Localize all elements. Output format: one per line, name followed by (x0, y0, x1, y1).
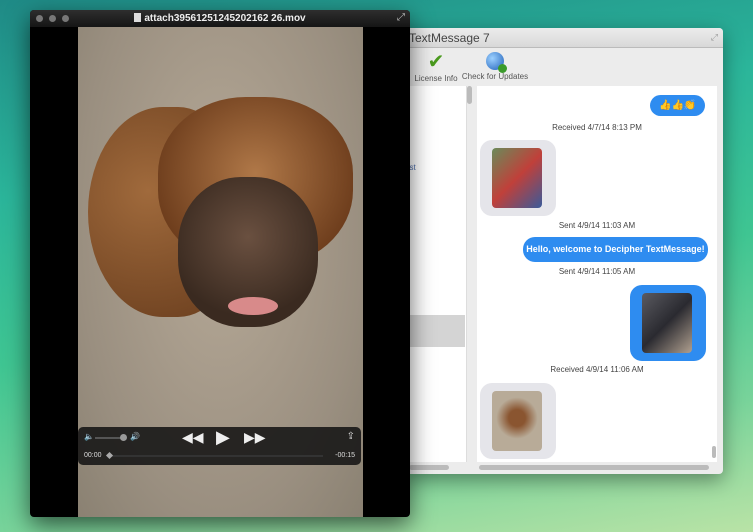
current-time: 00:00 (84, 452, 102, 459)
volume-knob[interactable] (120, 434, 127, 441)
check-updates-button[interactable]: Check for Updates (461, 50, 529, 81)
message-bubble-sent: Hello, welcome to Decipher TextMessage! (523, 237, 708, 262)
message-bubble-sent: 👍👍👏 (650, 95, 706, 116)
close-button[interactable] (36, 15, 43, 22)
zoom-button[interactable] (62, 15, 69, 22)
remaining-time: -00:15 (335, 452, 355, 459)
video-player-window: attach39561251245202162 26.mov ⤢ 🔈 🔊 ◀◀ … (30, 10, 410, 517)
timestamp: Received 4/7/14 8:13 PM (552, 123, 642, 132)
share-button[interactable]: ⇪ (347, 431, 355, 442)
rewind-button[interactable]: ◀◀ (182, 429, 204, 446)
playback-controls: 🔈 🔊 ◀◀ ▶ ▶▶ ⇪ 00:00 -00:15 (78, 427, 361, 465)
message-image-received[interactable] (480, 140, 556, 216)
message-image-sent[interactable] (630, 285, 706, 361)
fullscreen-icon[interactable]: ⤢ (397, 12, 405, 23)
checkmark-icon: ✔ (427, 51, 445, 73)
textmessage-window: TextMessage 7 ⤢ ✔ License Info Check for… (405, 28, 723, 474)
timestamp: Sent 4/9/14 11:05 AM (558, 267, 636, 276)
message-image-received[interactable] (480, 383, 556, 459)
volume-low-icon[interactable]: 🔈 (84, 432, 94, 441)
list-horizontal-scrollbar[interactable] (409, 465, 449, 470)
license-info-button[interactable]: ✔ License Info (413, 50, 459, 83)
scrubber-handle[interactable] (105, 451, 114, 460)
conversation-scrollbar[interactable] (712, 446, 716, 458)
timestamp: Sent 4/9/14 11:03 AM (558, 221, 636, 230)
volume-high-icon[interactable]: 🔊 (130, 432, 140, 441)
dog-image (88, 97, 358, 347)
conversation-view: 👍👍👏 Received 4/7/14 8:13 PM Sent 4/9/14 … (477, 86, 717, 462)
scrubber-track[interactable] (108, 455, 323, 457)
fast-forward-button[interactable]: ▶▶ (244, 429, 266, 446)
play-button[interactable]: ▶ (216, 427, 230, 448)
movie-file-icon (134, 13, 142, 22)
window-title: TextMessage 7 (405, 28, 723, 48)
window-title: attach39561251245202162 26.mov (30, 10, 410, 27)
globe-download-icon (486, 52, 507, 73)
fullscreen-icon[interactable]: ⤢ (711, 32, 718, 43)
list-item-selected[interactable] (405, 315, 465, 347)
list-scrollbar[interactable] (467, 86, 472, 104)
timestamp: Received 4/9/14 11:06 AM (550, 365, 644, 374)
conversation-list[interactable]: est (405, 86, 472, 462)
conversation-horizontal-scrollbar[interactable] (479, 465, 709, 470)
minimize-button[interactable] (49, 15, 56, 22)
